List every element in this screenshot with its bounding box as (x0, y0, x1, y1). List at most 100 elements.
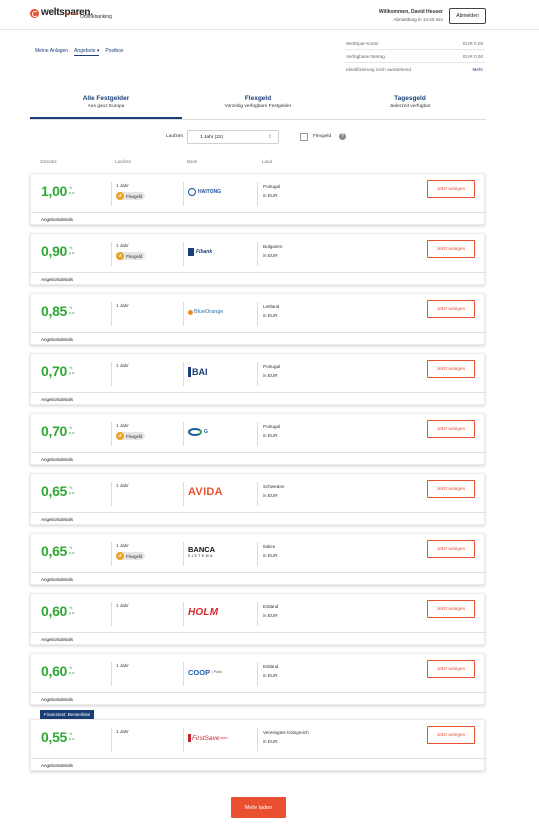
currency: in EUR (263, 613, 278, 618)
account-row-label: Identifizierung noch ausstehend (346, 67, 411, 72)
account-row-value: EUR 0,00 (463, 40, 483, 46)
tab-tagesgeld[interactable]: Tagesgeld Jederzeit verfügbar (334, 92, 486, 119)
bank-logo-fibank: Fibank (188, 246, 250, 258)
offer-rate: 0,60 % p.a. (41, 663, 75, 679)
rate-unit: % p.a. (69, 426, 75, 435)
offer-details-link[interactable]: Angebotsdetails (31, 632, 486, 646)
offer-card: 0,70 % p.a. 1 Jahr BAI Portugal in EUR Jet… (30, 353, 486, 406)
divider (257, 662, 258, 686)
offer-rate: 0,90 % p.a. (41, 243, 75, 259)
column-header-bank: Bank (187, 159, 198, 164)
blueorange-logo-icon (188, 309, 193, 315)
currency: in EUR (263, 253, 278, 258)
rate-value: 0,55 (41, 729, 68, 745)
divider (257, 302, 258, 326)
rate-unit: % p.a. (69, 732, 75, 741)
bank-logo-blueorange: BlueOrange (188, 306, 250, 318)
divider (111, 482, 112, 506)
offer-details-link[interactable]: Angebotsdetails (31, 272, 486, 286)
rate-unit-pa: p.a. (69, 670, 76, 675)
tab-title: Tagesgeld (394, 95, 426, 102)
offer-country: Portugal in EUR (263, 182, 280, 200)
offer-details-link[interactable]: Angebotsdetails (31, 392, 486, 406)
offer-rate: 0,70 % p.a. (41, 423, 75, 439)
rate-unit-pa: p.a. (69, 610, 76, 615)
rate-unit-pa: p.a. (69, 250, 76, 255)
tab-flexgeld[interactable]: Flexgeld Vorzeitig verfügbare Festgelder (182, 92, 334, 119)
load-more-button[interactable]: Mehr laden (231, 797, 286, 818)
flexgeld-badge-label: Flexgeld (126, 253, 143, 259)
flexgeld-badge: ↺ Flexgeld (116, 432, 146, 440)
divider (111, 302, 112, 326)
rate-unit-pa: p.a. (69, 190, 76, 195)
bank-logo-text: Fibank (196, 249, 213, 255)
offer-term: 1 Jahr (116, 603, 129, 608)
main-nav: Meine Anlagen Angebote ▾ Postbox (35, 48, 123, 56)
tab-subtitle: Aus ganz Europa (87, 104, 125, 109)
flexgeld-checkbox[interactable] (300, 133, 308, 141)
divider (111, 662, 112, 686)
flexgeld-icon: ↺ (116, 552, 124, 560)
invest-now-button[interactable]: Jetzt anlegen (427, 420, 475, 438)
divider (111, 182, 112, 206)
currency: in EUR (263, 373, 278, 378)
haitong-logo-icon (188, 188, 196, 196)
offer-details-link[interactable]: Angebotsdetails (31, 572, 486, 586)
rate-value: 0,65 (41, 543, 68, 559)
offer-details-link[interactable]: Angebotsdetails (31, 692, 486, 706)
flexgeld-checkbox-label[interactable]: Flexgeld (313, 134, 331, 139)
invest-now-button[interactable]: Jetzt anlegen (427, 540, 475, 558)
bank-logo-text: HAITONG (198, 189, 221, 195)
column-header-term: Laufzeit (115, 159, 131, 164)
divider (183, 602, 184, 626)
offer-card: 0,60 % p.a. 1 Jahr HOLM Estland in EUR Jet… (30, 593, 486, 646)
invest-now-button[interactable]: Jetzt anlegen (427, 726, 475, 744)
more-link[interactable]: Mehr (473, 67, 483, 72)
bank-logo-firstsave: FirstSave euro (188, 732, 250, 744)
rate-unit: % p.a. (69, 486, 75, 495)
rate-unit-pa: p.a. (69, 370, 76, 375)
divider (183, 302, 184, 326)
offer-details-link[interactable]: Angebotsdetails (31, 452, 486, 466)
welcome-text: Willkommen, David Heuser (378, 9, 443, 15)
country-name: Schweden (263, 484, 285, 489)
tab-title: Alle Festgelder (82, 95, 130, 102)
offer-country: Vereinigtes Königreich in EUR (263, 728, 309, 746)
tab-all-fixed-deposits[interactable]: Alle Festgelder Aus ganz Europa (30, 92, 182, 119)
divider (183, 542, 184, 566)
logout-button[interactable]: Abmelden (449, 8, 486, 24)
invest-now-button[interactable]: Jetzt anlegen (427, 480, 475, 498)
offer-details-link[interactable]: Angebotsdetails (31, 512, 486, 526)
nav-item-my-investments[interactable]: Meine Anlagen (35, 48, 68, 56)
bank-logo-banca-sistema: BANCA SISTEMA (188, 546, 250, 558)
invest-now-button[interactable]: Jetzt anlegen (427, 240, 475, 258)
offer-details-link[interactable]: Angebotsdetails (31, 212, 486, 226)
invest-now-button[interactable]: Jetzt anlegen (427, 360, 475, 378)
tab-subtitle: Vorzeitig verfügbare Festgelder (224, 104, 292, 109)
account-summary: WeltSpar-Konto EUR 0,00 Verfügbarer Betr… (344, 37, 485, 76)
rate-unit-pa: p.a. (69, 550, 76, 555)
term-filter-label: Laufzeit (166, 134, 183, 139)
divider (183, 422, 184, 446)
help-icon[interactable]: ? (339, 133, 346, 140)
account-row: Verfügbarer Betrag EUR 0,00 (344, 50, 485, 63)
currency: in EUR (263, 673, 278, 678)
logout-timer: Abmeldung in 14:43 min (393, 17, 443, 22)
divider (183, 728, 184, 752)
country-name: Italien (263, 544, 276, 549)
term-select[interactable]: 1 Jahr (22) ⇕ (187, 130, 279, 144)
divider (111, 422, 112, 446)
invest-now-button[interactable]: Jetzt anlegen (427, 300, 475, 318)
offer-details-link[interactable]: Angebotsdetails (31, 332, 486, 346)
nav-item-postbox[interactable]: Postbox (105, 48, 123, 56)
offer-details-link[interactable]: Angebotsdetails (31, 758, 486, 772)
invest-now-button[interactable]: Jetzt anlegen (427, 600, 475, 618)
invest-now-button[interactable]: Jetzt anlegen (427, 180, 475, 198)
offer-country: Schweden in EUR (263, 482, 284, 500)
rate-unit: % p.a. (69, 246, 75, 255)
bank-logo-bai: BAI (188, 366, 250, 378)
flexgeld-badge: ↺ Flexgeld (116, 552, 146, 560)
nav-item-offers[interactable]: Angebote ▾ (74, 48, 100, 56)
divider (111, 602, 112, 626)
invest-now-button[interactable]: Jetzt anlegen (427, 660, 475, 678)
